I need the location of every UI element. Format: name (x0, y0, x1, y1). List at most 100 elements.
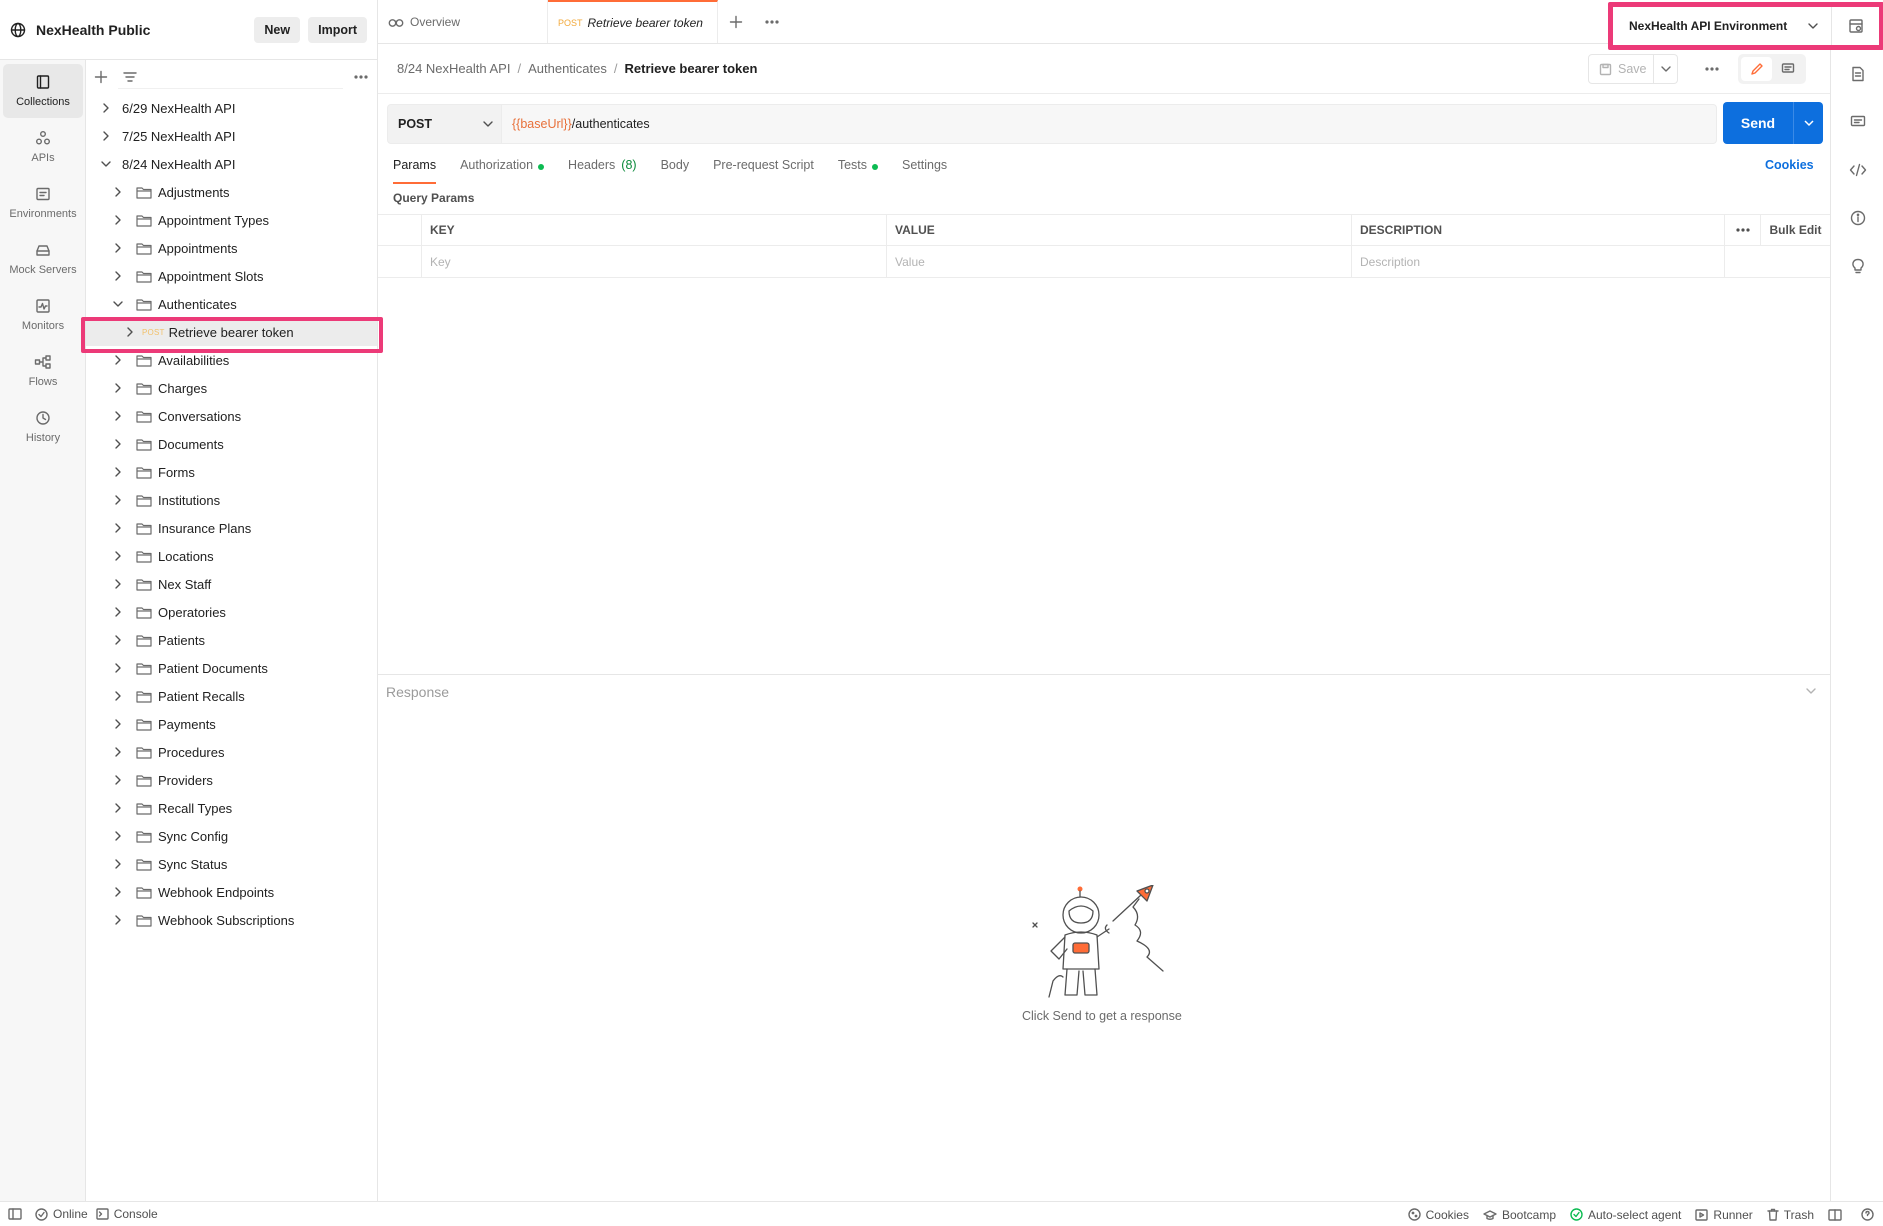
console-button[interactable]: Console (95, 1207, 158, 1221)
chevron-right-icon[interactable] (112, 886, 124, 898)
cookies-link[interactable]: Cookies (1765, 158, 1814, 172)
folder-item[interactable]: Procedures (86, 738, 377, 766)
chevron-right-icon[interactable] (112, 914, 124, 926)
import-button[interactable]: Import (308, 16, 367, 43)
folder-item[interactable]: Patient Documents (86, 654, 377, 682)
collection-item[interactable]: 7/25 NexHealth API (86, 122, 377, 150)
chevron-right-icon[interactable] (112, 802, 124, 814)
method-select[interactable]: POST (387, 104, 502, 144)
breadcrumb-collection[interactable]: 8/24 NexHealth API (397, 61, 510, 76)
rail-item-collections[interactable]: Collections (3, 64, 83, 118)
rail-item-flows[interactable]: Flows (3, 344, 83, 398)
folder-item[interactable]: Patient Recalls (86, 682, 377, 710)
chevron-right-icon[interactable] (112, 438, 124, 450)
tab-pre-request-script[interactable]: Pre-request Script (713, 154, 814, 184)
folder-item[interactable]: Providers (86, 766, 377, 794)
request-item-retrieve-bearer-token[interactable]: POST Retrieve bearer token (86, 318, 377, 346)
url-input[interactable]: {{baseUrl}} /authenticates (502, 104, 1717, 144)
auto-select-agent-button[interactable]: Auto-select agent (1570, 1208, 1681, 1222)
chevron-right-icon[interactable] (112, 522, 124, 534)
tab-headers[interactable]: Headers (8) (568, 154, 637, 184)
rail-item-mock-servers[interactable]: Mock Servers (3, 232, 83, 286)
tab-body[interactable]: Body (661, 154, 690, 184)
chevron-right-icon[interactable] (112, 830, 124, 842)
runner-button[interactable]: Runner (1695, 1208, 1753, 1222)
online-status[interactable]: Online (35, 1207, 88, 1221)
folder-item[interactable]: Locations (86, 542, 377, 570)
collection-item[interactable]: 8/24 NexHealth API (86, 150, 377, 178)
bootcamp-button[interactable]: Bootcamp (1483, 1208, 1556, 1222)
new-tab-button[interactable] (718, 0, 754, 43)
chevron-right-icon[interactable] (112, 382, 124, 394)
chevron-right-icon[interactable] (100, 102, 112, 114)
chevron-down-icon[interactable] (100, 158, 112, 170)
chevron-right-icon[interactable] (112, 662, 124, 674)
tab-more-button[interactable] (754, 0, 790, 43)
chevron-right-icon[interactable] (112, 550, 124, 562)
folder-item[interactable]: Appointment Types (86, 206, 377, 234)
folder-item[interactable]: Institutions (86, 486, 377, 514)
save-button[interactable]: Save (1588, 54, 1654, 84)
two-pane-toggle[interactable] (1828, 1208, 1847, 1221)
folder-item[interactable]: Charges (86, 374, 377, 402)
folder-item[interactable]: Forms (86, 458, 377, 486)
folder-item[interactable]: Operatories (86, 598, 377, 626)
chevron-right-icon[interactable] (112, 354, 124, 366)
tab-retrieve-bearer-token[interactable]: POST Retrieve bearer token (548, 0, 718, 43)
filter-input[interactable] (118, 65, 343, 89)
chevron-right-icon[interactable] (112, 410, 124, 422)
rail-item-apis[interactable]: APIs (3, 120, 83, 174)
tab-overview[interactable]: Overview (378, 0, 548, 43)
chevron-right-icon[interactable] (100, 130, 112, 142)
folder-item[interactable]: Adjustments (86, 178, 377, 206)
tab-params[interactable]: Params (393, 154, 437, 184)
folder-item[interactable]: Sync Status (86, 850, 377, 878)
tab-tests[interactable]: Tests (838, 154, 878, 184)
info-button[interactable] (1831, 194, 1883, 242)
folder-item[interactable]: Authenticates (86, 290, 377, 318)
chevron-right-icon[interactable] (112, 746, 124, 758)
folder-item[interactable]: Insurance Plans (86, 514, 377, 542)
folder-item[interactable]: Webhook Endpoints (86, 878, 377, 906)
chevron-right-icon[interactable] (112, 606, 124, 618)
comments-button[interactable] (1831, 98, 1883, 146)
key-input[interactable]: Key (422, 246, 887, 277)
breadcrumb-folder[interactable]: Authenticates (528, 61, 607, 76)
folder-item[interactable]: Sync Config (86, 822, 377, 850)
table-options-button[interactable] (1725, 215, 1761, 245)
folder-item[interactable]: Availabilities (86, 346, 377, 374)
edit-mode-button[interactable] (1741, 57, 1772, 81)
help-button[interactable] (1861, 1208, 1879, 1221)
chevron-down-icon[interactable] (1806, 687, 1816, 695)
collection-item[interactable]: 6/29 NexHealth API (86, 94, 377, 122)
environment-selector[interactable]: NexHealth API Environment (1608, 2, 1883, 50)
folder-item[interactable]: Documents (86, 430, 377, 458)
comments-mode-button[interactable] (1772, 57, 1803, 81)
chevron-right-icon[interactable] (124, 326, 136, 338)
bulk-edit-button[interactable]: Bulk Edit (1761, 215, 1830, 245)
tab-settings[interactable]: Settings (902, 154, 947, 184)
cookies-button[interactable]: Cookies (1407, 1208, 1469, 1222)
chevron-right-icon[interactable] (112, 186, 124, 198)
chevron-right-icon[interactable] (112, 634, 124, 646)
lightbulb-button[interactable] (1831, 242, 1883, 290)
tab-authorization[interactable]: Authorization (460, 154, 545, 184)
chevron-down-icon[interactable] (112, 298, 124, 310)
toggle-sidebar-button[interactable] (8, 1208, 27, 1220)
more-options-icon[interactable] (353, 74, 369, 80)
folder-item[interactable]: Nex Staff (86, 570, 377, 598)
chevron-down-icon[interactable] (1795, 22, 1831, 30)
chevron-right-icon[interactable] (112, 718, 124, 730)
chevron-right-icon[interactable] (112, 774, 124, 786)
chevron-right-icon[interactable] (112, 270, 124, 282)
save-dropdown-button[interactable] (1654, 54, 1678, 84)
folder-item[interactable]: Patients (86, 626, 377, 654)
folder-item[interactable]: Appointment Slots (86, 262, 377, 290)
chevron-right-icon[interactable] (112, 466, 124, 478)
folder-item[interactable]: Conversations (86, 402, 377, 430)
folder-item[interactable]: Appointments (86, 234, 377, 262)
send-button[interactable]: Send (1723, 102, 1793, 144)
workspace-name[interactable]: NexHealth Public (36, 22, 246, 38)
code-snippet-button[interactable] (1831, 146, 1883, 194)
chevron-right-icon[interactable] (112, 858, 124, 870)
